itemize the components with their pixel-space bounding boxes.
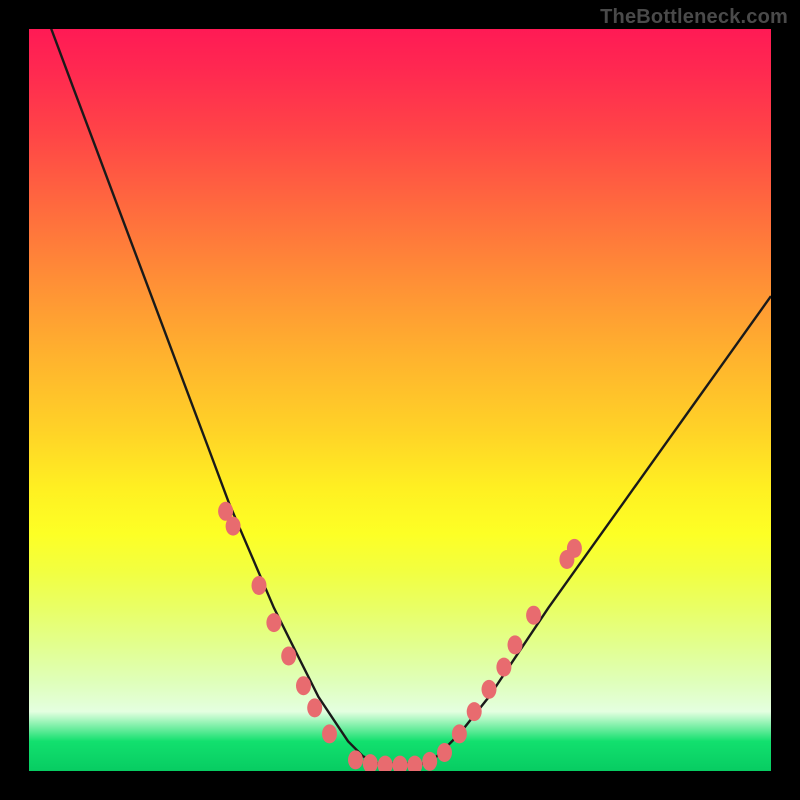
curve-marker (422, 752, 437, 771)
curve-markers (218, 502, 582, 771)
curve-marker (452, 724, 467, 743)
curve-marker (266, 613, 281, 632)
curve-marker (226, 517, 241, 536)
bottleneck-curve (29, 29, 771, 764)
curve-marker (296, 676, 311, 695)
curve-marker (252, 576, 267, 595)
curve-marker (567, 539, 582, 558)
watermark-text: TheBottleneck.com (600, 6, 788, 29)
plot-area (29, 29, 771, 771)
curve-marker (437, 743, 452, 762)
curve-marker (467, 702, 482, 721)
curve-marker (348, 750, 363, 769)
curve-marker (482, 680, 497, 699)
chart-frame: TheBottleneck.com (0, 0, 800, 800)
curve-marker (393, 756, 408, 771)
chart-svg (29, 29, 771, 771)
curve-marker (496, 658, 511, 677)
curve-marker (378, 756, 393, 771)
curve-marker (526, 606, 541, 625)
curve-marker (508, 635, 523, 654)
curve-marker (407, 756, 422, 771)
curve-marker (307, 698, 322, 717)
curve-marker (281, 647, 296, 666)
curve-marker (322, 724, 337, 743)
